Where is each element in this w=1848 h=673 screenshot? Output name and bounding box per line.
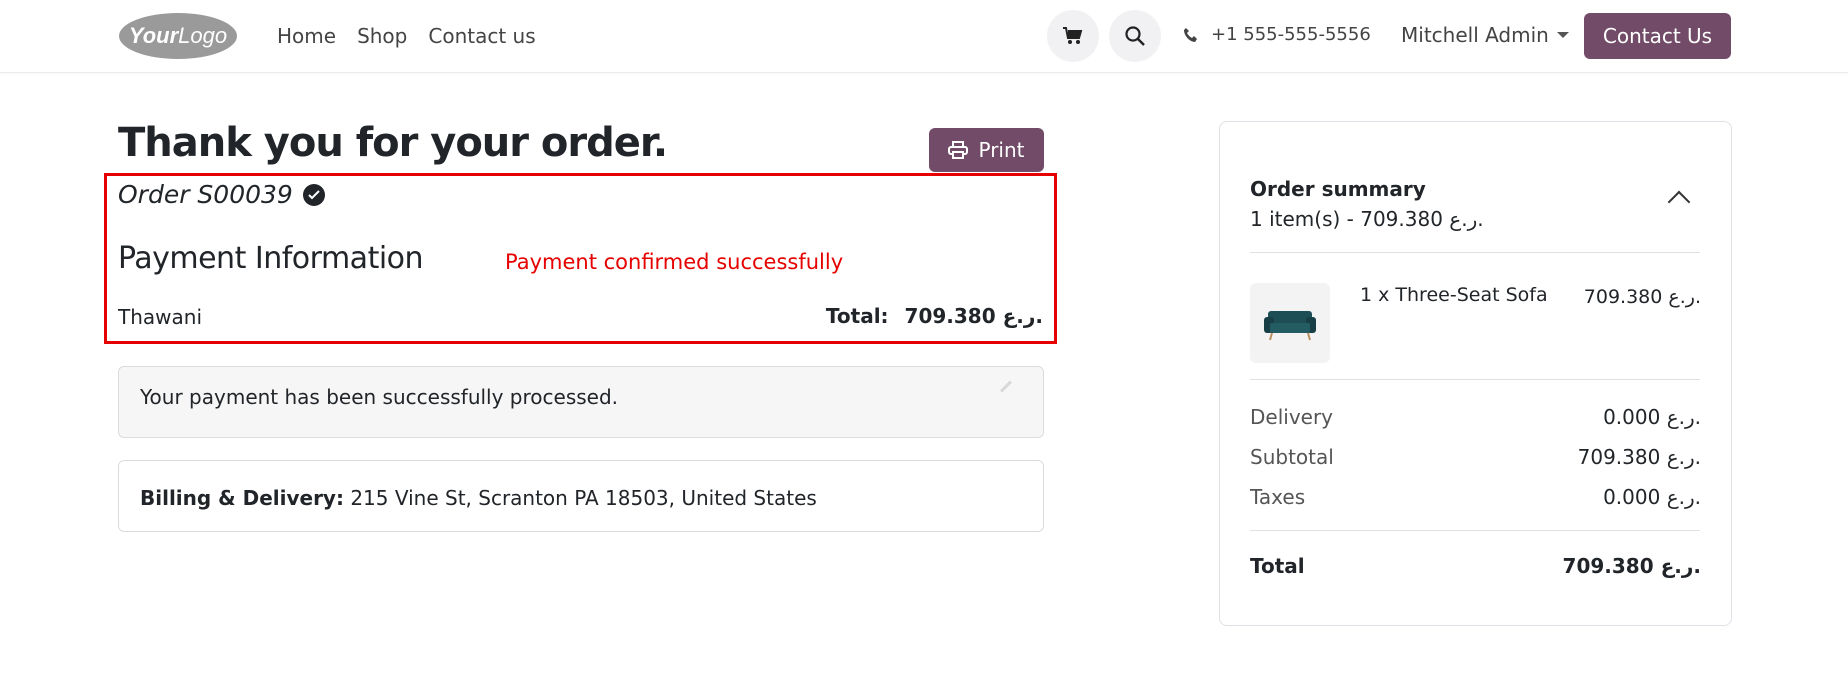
payment-confirmed-note: Payment confirmed successfully	[505, 250, 844, 274]
subtotal-value: 709.380 ر.ع.	[1577, 445, 1701, 469]
subtotal-label: Subtotal	[1250, 445, 1334, 469]
svg-text:YourLogo: YourLogo	[129, 23, 227, 48]
order-summary: Order summary 1 item(s) - 709.380 ر.ع. 1…	[1219, 121, 1732, 626]
main-nav: Home Shop Contact us	[277, 24, 536, 48]
nav-home[interactable]: Home	[277, 24, 336, 48]
delivery-value: 0.000 ر.ع.	[1603, 405, 1701, 429]
delivery-label: Delivery	[1250, 405, 1334, 429]
pencil-icon[interactable]	[999, 380, 1013, 393]
summary-subtitle: 1 item(s) - 709.380 ر.ع.	[1250, 207, 1484, 231]
company-logo[interactable]: YourLogo	[118, 12, 238, 60]
payment-provider: Thawani	[118, 305, 202, 329]
item-name: 1 x Three-Seat Sofa	[1360, 284, 1548, 306]
payment-message: Your payment has been successfully proce…	[140, 385, 619, 409]
taxes-label: Taxes	[1250, 485, 1306, 509]
logo-text-bold: Your	[129, 23, 180, 48]
summary-title: Order summary	[1250, 177, 1426, 201]
phone-number: +1 555-555-5556	[1211, 24, 1371, 45]
user-name: Mitchell Admin	[1401, 23, 1549, 47]
product-thumbnail	[1250, 283, 1330, 363]
order-number: Order S00039	[118, 180, 325, 209]
search-icon	[1125, 26, 1145, 46]
item-price: 709.380 ر.ع.	[1583, 286, 1701, 308]
billing-label: Billing & Delivery:	[140, 486, 344, 510]
cart-button[interactable]	[1047, 10, 1099, 62]
divider	[1250, 252, 1700, 253]
printer-icon	[948, 141, 969, 159]
taxes-value: 0.000 ر.ع.	[1603, 485, 1701, 509]
nav-shop[interactable]: Shop	[357, 24, 407, 48]
phone-link[interactable]: +1 555-555-5556	[1183, 24, 1371, 45]
sofa-icon	[1264, 311, 1316, 341]
chevron-down-icon	[1556, 32, 1569, 38]
print-button[interactable]: Print	[929, 128, 1044, 172]
billing-address: 215 Vine St, Scranton PA 18503, United S…	[350, 486, 817, 510]
payment-total: Total: 709.380 ر.ع.	[826, 304, 1043, 328]
divider	[1250, 379, 1700, 380]
chevron-up-icon[interactable]	[1667, 190, 1691, 214]
site-header: YourLogo Home Shop Contact us +1 555-555…	[0, 0, 1848, 73]
payment-message-box: Your payment has been successfully proce…	[118, 366, 1044, 438]
user-menu[interactable]: Mitchell Admin	[1401, 23, 1569, 47]
cart-icon	[1063, 27, 1083, 44]
contact-us-button[interactable]: Contact Us	[1584, 13, 1731, 59]
summary-total-label: Total	[1250, 554, 1305, 578]
billing-delivery-box: Billing & Delivery: 215 Vine St, Scranto…	[118, 460, 1044, 532]
summary-total-value: 709.380 ر.ع.	[1562, 554, 1701, 578]
divider	[1250, 530, 1700, 531]
search-button[interactable]	[1109, 10, 1161, 62]
payment-heading: Payment Information	[118, 241, 424, 276]
phone-icon	[1184, 27, 1197, 42]
logo-text: Logo	[178, 23, 227, 48]
total-value: 709.380 ر.ع.	[904, 304, 1043, 328]
order-number-text: Order S00039	[118, 180, 293, 209]
total-label: Total:	[825, 304, 889, 328]
check-circle-icon	[302, 183, 325, 206]
print-label: Print	[978, 138, 1025, 162]
nav-contact[interactable]: Contact us	[428, 24, 535, 48]
page-title: Thank you for your order.	[118, 120, 668, 166]
